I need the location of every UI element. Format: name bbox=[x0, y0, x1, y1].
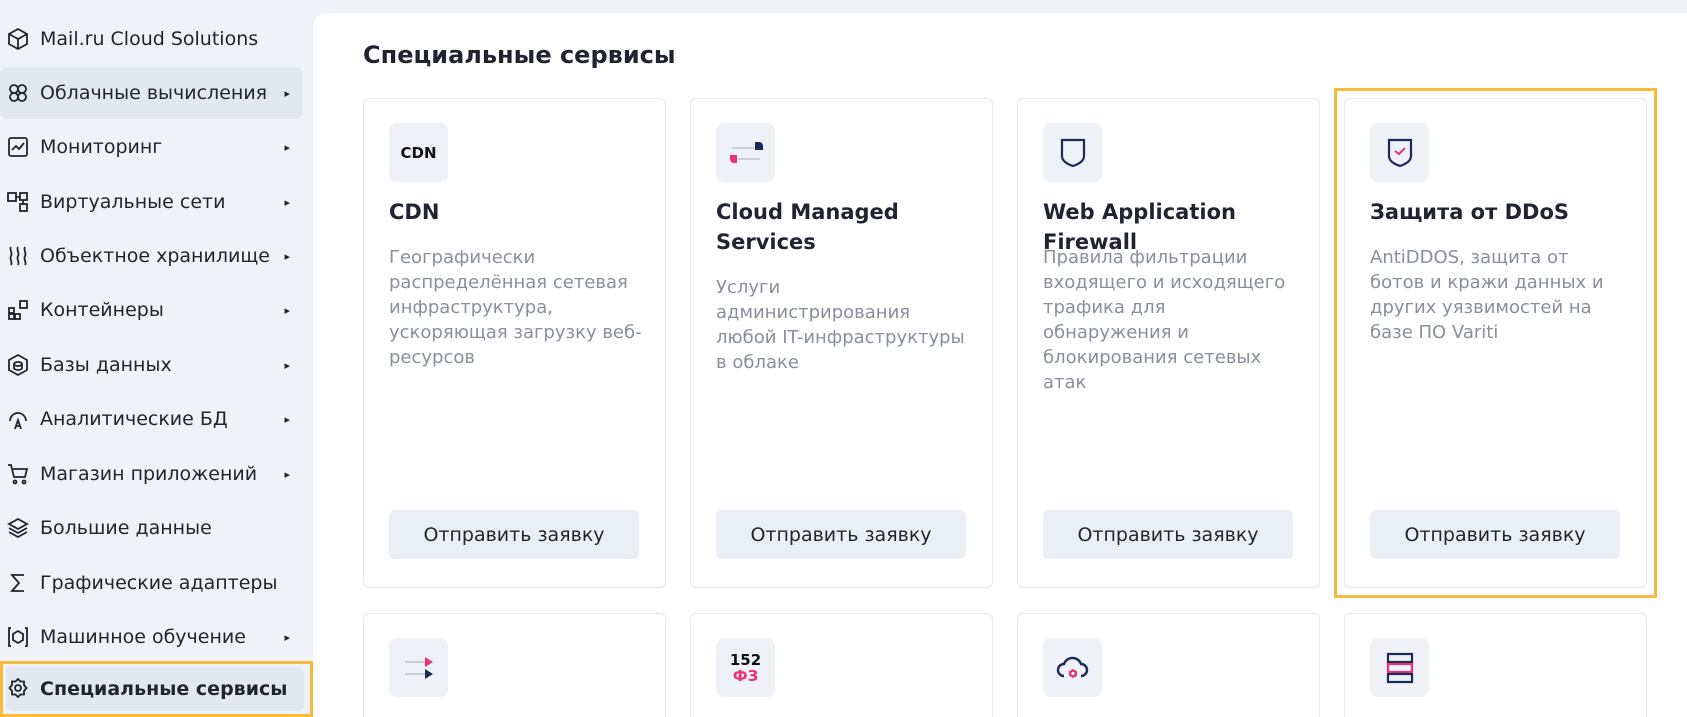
sidebar-item-label: Мониторинг bbox=[40, 136, 163, 158]
card-title: Защита от DDoS bbox=[1370, 200, 1569, 224]
sidebar-item-label: Базы данных bbox=[40, 354, 172, 376]
sidebar-item-label: Машинное обучение bbox=[40, 626, 246, 648]
fz152-icon: 152 ФЗ bbox=[716, 638, 775, 697]
bigdata-icon bbox=[5, 515, 31, 541]
sidebar-item-big-data[interactable]: Большие данные bbox=[0, 502, 303, 554]
sidebar-item-mail-ru-cloud-solutions[interactable]: Mail.ru Cloud Solutions bbox=[0, 13, 303, 65]
sigma-icon bbox=[5, 570, 31, 596]
sidebar-item-cloud-compute[interactable]: Облачные вычисления ▸ bbox=[0, 67, 303, 119]
sidebar-item-containers[interactable]: Контейнеры ▸ bbox=[0, 284, 303, 336]
cube-icon bbox=[5, 26, 31, 52]
sidebar-item-databases[interactable]: Базы данных ▸ bbox=[0, 339, 303, 391]
stack-icon bbox=[1370, 638, 1429, 697]
managed-services-icon bbox=[716, 123, 775, 182]
chevron-right-icon: ▸ bbox=[284, 467, 290, 481]
service-card-waf: Web Application Firewall Правила фильтра… bbox=[1017, 98, 1320, 588]
service-card-cloud-managed: Cloud Managed Services Услуги администри… bbox=[690, 98, 993, 588]
card-description: AntiDDOS, защита от ботов и кражи данных… bbox=[1370, 247, 1604, 343]
storage-icon bbox=[5, 243, 31, 269]
sidebar-item-app-store[interactable]: Магазин приложений ▸ bbox=[0, 448, 303, 500]
chevron-right-icon: ▸ bbox=[284, 630, 290, 644]
shield-icon bbox=[1043, 123, 1102, 182]
sidebar-item-label: Mail.ru Cloud Solutions bbox=[40, 28, 259, 50]
card-title: Cloud Managed Services bbox=[716, 200, 899, 254]
sidebar-item-label: Объектное хранилище bbox=[40, 245, 270, 267]
sidebar-item-analytics-db[interactable]: Аналитические БД ▸ bbox=[0, 393, 303, 445]
cloud-compute-icon bbox=[5, 80, 31, 106]
card-description: Правила фильтрации входящего и исходящег… bbox=[1043, 247, 1286, 393]
sidebar-item-label: Виртуальные сети bbox=[40, 191, 226, 213]
sidebar-item-label: Графические адаптеры bbox=[40, 572, 278, 594]
ml-icon bbox=[5, 624, 31, 650]
chevron-right-icon: ▸ bbox=[284, 86, 290, 100]
service-card-row2-4 bbox=[1344, 613, 1647, 717]
page-title: Специальные сервисы bbox=[363, 41, 676, 69]
service-card-cdn: CDN CDN Географически распределённая сет… bbox=[363, 98, 666, 588]
database-icon bbox=[5, 352, 31, 378]
card-description: Географически распределённая сетевая инф… bbox=[389, 247, 642, 368]
chevron-right-icon: ▸ bbox=[284, 249, 290, 263]
chevron-right-icon: ▸ bbox=[284, 412, 290, 426]
network-icon bbox=[5, 189, 31, 215]
sidebar-item-machine-learning[interactable]: Машинное обучение ▸ bbox=[0, 611, 303, 663]
submit-request-button[interactable]: Отправить заявку bbox=[716, 510, 966, 559]
sidebar-item-object-storage[interactable]: Объектное хранилище ▸ bbox=[0, 230, 303, 282]
containers-icon bbox=[5, 297, 31, 323]
sidebar-item-label: Контейнеры bbox=[40, 299, 164, 321]
submit-request-button[interactable]: Отправить заявку bbox=[389, 510, 639, 559]
sidebar-item-gpu[interactable]: Графические адаптеры bbox=[0, 557, 303, 609]
chevron-right-icon: ▸ bbox=[284, 195, 290, 209]
sidebar: Mail.ru Cloud Solutions Облачные вычисле… bbox=[0, 0, 313, 717]
service-card-row2-2: 152 ФЗ bbox=[690, 613, 993, 717]
sidebar-item-label: Аналитические БД bbox=[40, 408, 228, 430]
shield-check-icon bbox=[1370, 123, 1429, 182]
card-description: Услуги администрирования любой IT-инфрас… bbox=[716, 277, 965, 373]
transfer-icon bbox=[389, 638, 448, 697]
sidebar-item-label: Облачные вычисления bbox=[40, 82, 268, 104]
sidebar-item-label: Специальные сервисы bbox=[40, 678, 288, 700]
chevron-right-icon: ▸ bbox=[284, 140, 290, 154]
service-card-ddos: Защита от DDoS AntiDDOS, защита от ботов… bbox=[1344, 98, 1647, 588]
chart-icon bbox=[5, 134, 31, 160]
submit-request-button[interactable]: Отправить заявку bbox=[1370, 510, 1620, 559]
cloud-hex-icon bbox=[1043, 638, 1102, 697]
main-content: Специальные сервисы CDN CDN Географическ… bbox=[313, 13, 1687, 717]
service-card-row2-1 bbox=[363, 613, 666, 717]
analytics-db-icon bbox=[5, 406, 31, 432]
sidebar-item-monitoring[interactable]: Мониторинг ▸ bbox=[0, 121, 303, 173]
submit-request-button[interactable]: Отправить заявку bbox=[1043, 510, 1293, 559]
card-title: CDN bbox=[389, 200, 440, 224]
cdn-icon: CDN bbox=[389, 123, 448, 182]
service-card-row2-3 bbox=[1017, 613, 1320, 717]
chevron-right-icon: ▸ bbox=[284, 303, 290, 317]
gear-icon bbox=[5, 676, 31, 702]
cart-icon bbox=[5, 461, 31, 487]
sidebar-item-label: Магазин приложений bbox=[40, 463, 258, 485]
sidebar-item-label: Большие данные bbox=[40, 517, 212, 539]
sidebar-item-special-services[interactable]: Специальные сервисы bbox=[0, 661, 313, 717]
sidebar-item-virtual-networks[interactable]: Виртуальные сети ▸ bbox=[0, 176, 303, 228]
chevron-right-icon: ▸ bbox=[284, 358, 290, 372]
